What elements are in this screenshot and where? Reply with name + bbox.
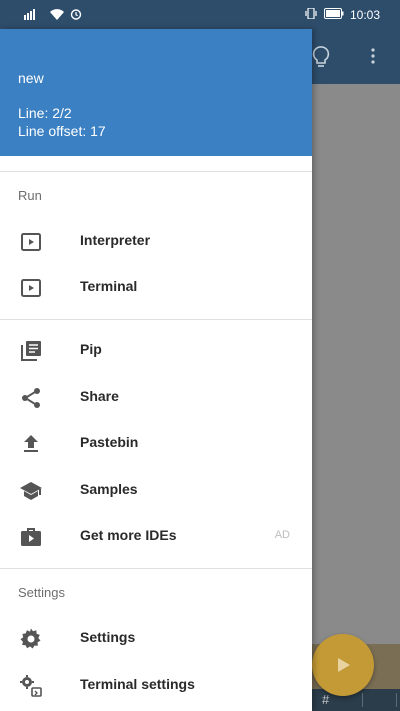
ad-badge: AD: [274, 529, 290, 541]
play-box-icon: [19, 276, 43, 300]
status-right-indicators: 10:03: [304, 7, 380, 22]
lightbulb-icon[interactable]: [312, 46, 330, 73]
menu-item-label: Terminal settings: [80, 676, 195, 692]
menu-item-interpreter[interactable]: Interpreter: [0, 218, 312, 264]
symbol-key[interactable]: #: [322, 692, 329, 707]
menu-item-samples[interactable]: Samples: [0, 467, 312, 513]
cursor-line: Line: 2/2: [18, 105, 72, 121]
menu-item-pastebin[interactable]: Pastebin: [0, 420, 312, 466]
menu-item-terminal[interactable]: Terminal: [0, 264, 312, 310]
store-icon: [19, 525, 43, 549]
section-title-run: Run: [18, 188, 42, 203]
library-icon: [19, 339, 43, 363]
navigation-drawer: new Line: 2/2 Line offset: 17 Run Interp…: [0, 29, 312, 711]
menu-item-label: Pip: [80, 341, 102, 357]
alarm-icon: [70, 8, 82, 23]
symbol-divider: [362, 693, 363, 707]
app-toolbar: [312, 29, 400, 84]
editor-area: [312, 84, 400, 644]
share-icon: [19, 386, 43, 410]
wifi-icon: [50, 8, 64, 23]
gear-icon: [19, 627, 43, 651]
upload-icon: [19, 432, 43, 456]
drawer-header: new Line: 2/2 Line offset: 17: [0, 29, 312, 156]
run-button[interactable]: [312, 634, 374, 696]
menu-item-get-more-ides[interactable]: Get more IDEs AD: [0, 513, 312, 559]
status-left-indicators: [24, 8, 82, 23]
status-bar: 10:03: [0, 0, 400, 29]
menu-item-label: Pastebin: [80, 434, 139, 450]
divider: [0, 171, 312, 172]
vibrate-icon: [304, 7, 318, 22]
school-icon: [19, 479, 43, 503]
menu-item-label: Settings: [80, 629, 136, 645]
divider: [0, 568, 312, 569]
menu-item-pip[interactable]: Pip: [0, 327, 312, 373]
signal-icon: [24, 8, 44, 23]
file-name: new: [18, 70, 44, 86]
play-box-icon: [19, 230, 43, 254]
menu-item-label: Terminal: [80, 278, 138, 294]
more-options-icon[interactable]: [370, 47, 376, 70]
menu-item-label: Share: [80, 388, 119, 404]
symbol-divider: [396, 693, 397, 707]
section-title-settings: Settings: [18, 585, 65, 600]
play-icon: [338, 658, 350, 672]
cursor-line-offset: Line offset: 17: [18, 123, 106, 139]
battery-icon: [323, 8, 344, 22]
menu-item-terminal-settings[interactable]: Terminal settings: [0, 662, 312, 708]
terminal-settings-icon: [19, 674, 43, 698]
menu-item-label: Get more IDEs: [80, 527, 177, 543]
divider: [0, 319, 312, 320]
menu-item-label: Samples: [80, 481, 138, 497]
menu-item-settings[interactable]: Settings: [0, 615, 312, 661]
menu-item-label: Interpreter: [80, 232, 151, 248]
status-time: 10:03: [349, 7, 380, 22]
menu-item-share[interactable]: Share: [0, 374, 312, 420]
